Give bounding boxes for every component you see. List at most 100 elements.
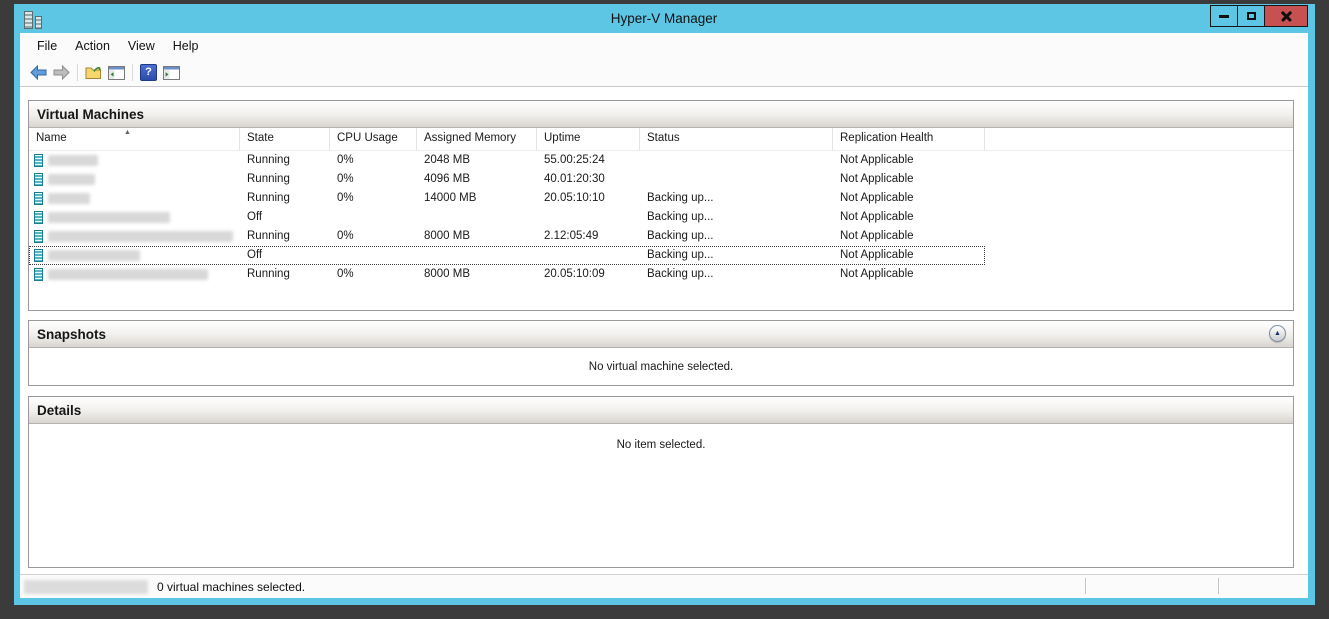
vm-cpu-usage	[330, 246, 417, 265]
status-redacted-host	[24, 580, 148, 594]
details-panel: Details No item selected.	[28, 396, 1294, 568]
vm-status	[640, 151, 833, 170]
window-title: Hyper-V Manager	[20, 11, 1308, 26]
vm-name-cell	[29, 208, 240, 227]
close-button[interactable]	[1264, 5, 1308, 27]
vm-name-redacted	[48, 193, 90, 204]
vm-assigned-memory: 8000 MB	[417, 265, 537, 284]
maximize-button[interactable]	[1237, 5, 1265, 27]
vm-name-cell	[29, 265, 240, 284]
toolbar-separator	[77, 64, 78, 81]
vm-row[interactable]: Running0%2048 MB55.00:25:24 Not Applicabl…	[29, 151, 985, 170]
vm-uptime: 40.01:20:30	[537, 170, 640, 189]
vm-replication-health: Not Applicable	[833, 246, 985, 265]
vm-name-redacted	[48, 250, 140, 261]
snapshots-title: Snapshots	[37, 327, 106, 342]
column-label: Name	[36, 132, 67, 144]
export-list-button[interactable]	[82, 62, 105, 84]
vm-status: Backing up...	[640, 189, 833, 208]
virtual-machine-icon	[34, 268, 43, 281]
folder-arrow-icon	[85, 65, 103, 80]
vm-name-cell	[29, 246, 240, 265]
details-title: Details	[37, 403, 81, 418]
column-header-blank	[985, 128, 1293, 150]
vm-uptime: 2.12:05:49	[537, 227, 640, 246]
column-label: Replication Health	[840, 132, 933, 144]
virtual-machine-icon	[34, 154, 43, 167]
back-button[interactable]	[27, 62, 50, 84]
vm-name-cell	[29, 170, 240, 189]
vm-row[interactable]: Running0%14000 MB20.05:10:10Backing up..…	[29, 189, 985, 208]
column-header-state[interactable]: State	[240, 128, 330, 150]
forward-arrow-icon	[53, 65, 70, 80]
vm-state: Off	[240, 208, 330, 227]
menu-item-view[interactable]: View	[119, 35, 164, 57]
hyperv-manager-window: Hyper-V Manager FileActionViewHelp	[14, 4, 1315, 605]
column-header-uptime[interactable]: Uptime	[537, 128, 640, 150]
column-label: Uptime	[544, 132, 580, 144]
vm-assigned-memory	[417, 208, 537, 227]
vm-assigned-memory: 8000 MB	[417, 227, 537, 246]
console-content: Virtual Machines Name▲StateCPU UsageAssi…	[20, 87, 1308, 574]
menu-item-file[interactable]: File	[28, 35, 66, 57]
snapshots-header: Snapshots ▲	[29, 321, 1293, 348]
virtual-machines-panel: Virtual Machines Name▲StateCPU UsageAssi…	[28, 100, 1294, 311]
vm-cpu-usage: 0%	[330, 265, 417, 284]
menu-item-help[interactable]: Help	[164, 35, 208, 57]
menu-bar: FileActionViewHelp	[20, 33, 1308, 59]
vm-replication-health: Not Applicable	[833, 265, 985, 284]
collapse-snapshots-button[interactable]: ▲	[1269, 325, 1286, 342]
menu-item-action[interactable]: Action	[66, 35, 119, 57]
status-bar-divider	[1218, 578, 1219, 594]
vm-cpu-usage: 0%	[330, 189, 417, 208]
virtual-machine-icon	[34, 173, 43, 186]
close-icon	[1280, 10, 1293, 23]
vm-replication-health: Not Applicable	[833, 151, 985, 170]
vm-uptime	[537, 246, 640, 265]
vm-row[interactable]: Running0%8000 MB20.05:10:09Backing up...…	[29, 265, 985, 284]
help-glyph: ?	[145, 66, 152, 78]
vm-name-redacted	[48, 231, 233, 242]
status-bar-divider	[1085, 578, 1086, 594]
help-icon: ?	[140, 64, 157, 81]
forward-button[interactable]	[50, 62, 73, 84]
sort-ascending-icon: ▲	[124, 129, 131, 136]
vm-row[interactable]: OffBacking up...Not Applicable	[29, 208, 985, 227]
virtual-machine-icon	[34, 249, 43, 262]
column-label: Assigned Memory	[424, 132, 516, 144]
action-pane-icon	[163, 66, 180, 80]
vm-cpu-usage: 0%	[330, 151, 417, 170]
vm-cpu-usage	[330, 208, 417, 227]
column-header-replication-health[interactable]: Replication Health	[833, 128, 985, 150]
vm-assigned-memory: 2048 MB	[417, 151, 537, 170]
minimize-button[interactable]	[1210, 5, 1238, 27]
vm-state: Running	[240, 151, 330, 170]
vm-cpu-usage: 0%	[330, 227, 417, 246]
column-header-status[interactable]: Status	[640, 128, 833, 150]
help-button[interactable]: ?	[137, 62, 160, 84]
show-action-pane-button[interactable]	[160, 62, 183, 84]
show-console-tree-button[interactable]	[105, 62, 128, 84]
vm-cpu-usage: 0%	[330, 170, 417, 189]
vm-replication-health: Not Applicable	[833, 189, 985, 208]
column-label: State	[247, 132, 274, 144]
window-controls	[1211, 5, 1308, 27]
details-header: Details	[29, 397, 1293, 424]
vm-status	[640, 170, 833, 189]
toolbar: ?	[20, 59, 1308, 87]
vm-uptime: 55.00:25:24	[537, 151, 640, 170]
vm-row[interactable]: Running0%8000 MB2.12:05:49Backing up...N…	[29, 227, 985, 246]
column-header-assigned-memory[interactable]: Assigned Memory	[417, 128, 537, 150]
vm-name-cell	[29, 151, 240, 170]
column-header-cpu-usage[interactable]: CPU Usage	[330, 128, 417, 150]
column-header-name[interactable]: Name ▲	[29, 128, 240, 150]
window-body: FileActionViewHelp	[20, 33, 1308, 598]
vm-row[interactable]: Running0%4096 MB40.01:20:30Not Applicabl…	[29, 170, 985, 189]
vm-assigned-memory: 4096 MB	[417, 170, 537, 189]
vm-status: Backing up...	[640, 227, 833, 246]
column-label: CPU Usage	[337, 132, 398, 144]
vm-row[interactable]: OffBacking up...Not Applicable	[29, 246, 985, 265]
vm-uptime: 20.05:10:10	[537, 189, 640, 208]
snapshots-empty-message: No virtual machine selected.	[589, 361, 733, 373]
vm-state: Running	[240, 170, 330, 189]
